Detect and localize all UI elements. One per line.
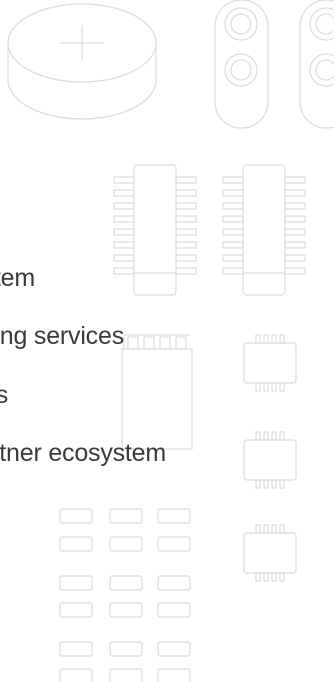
- inductor-coil-icon: [299, 0, 334, 129]
- page: Intelligent Home System Embedded enginee…: [0, 0, 334, 682]
- smd-chip-icon: [243, 431, 297, 489]
- menu-item-hardware-products[interactable]: Hardware products: [0, 381, 8, 410]
- menu-item-embedded-engineering-services[interactable]: Embedded engineering services: [0, 322, 124, 351]
- dip-chip-icon: [113, 164, 197, 296]
- inductor-coil-icon: [214, 0, 269, 129]
- smd-chip-icon: [243, 524, 297, 582]
- card-outline-icon: [121, 334, 193, 450]
- dip-chip-icon: [222, 164, 306, 296]
- battery-cell-icon: [7, 3, 157, 120]
- smd-chip-icon: [243, 334, 297, 392]
- menu-item-intelligent-home-system[interactable]: Intelligent Home System: [0, 264, 35, 293]
- menu-item-cloud-platform-partner-ecosystem[interactable]: Cloud platform and Partner ecosystem: [0, 439, 166, 468]
- smd-resistor-icon: [59, 508, 191, 682]
